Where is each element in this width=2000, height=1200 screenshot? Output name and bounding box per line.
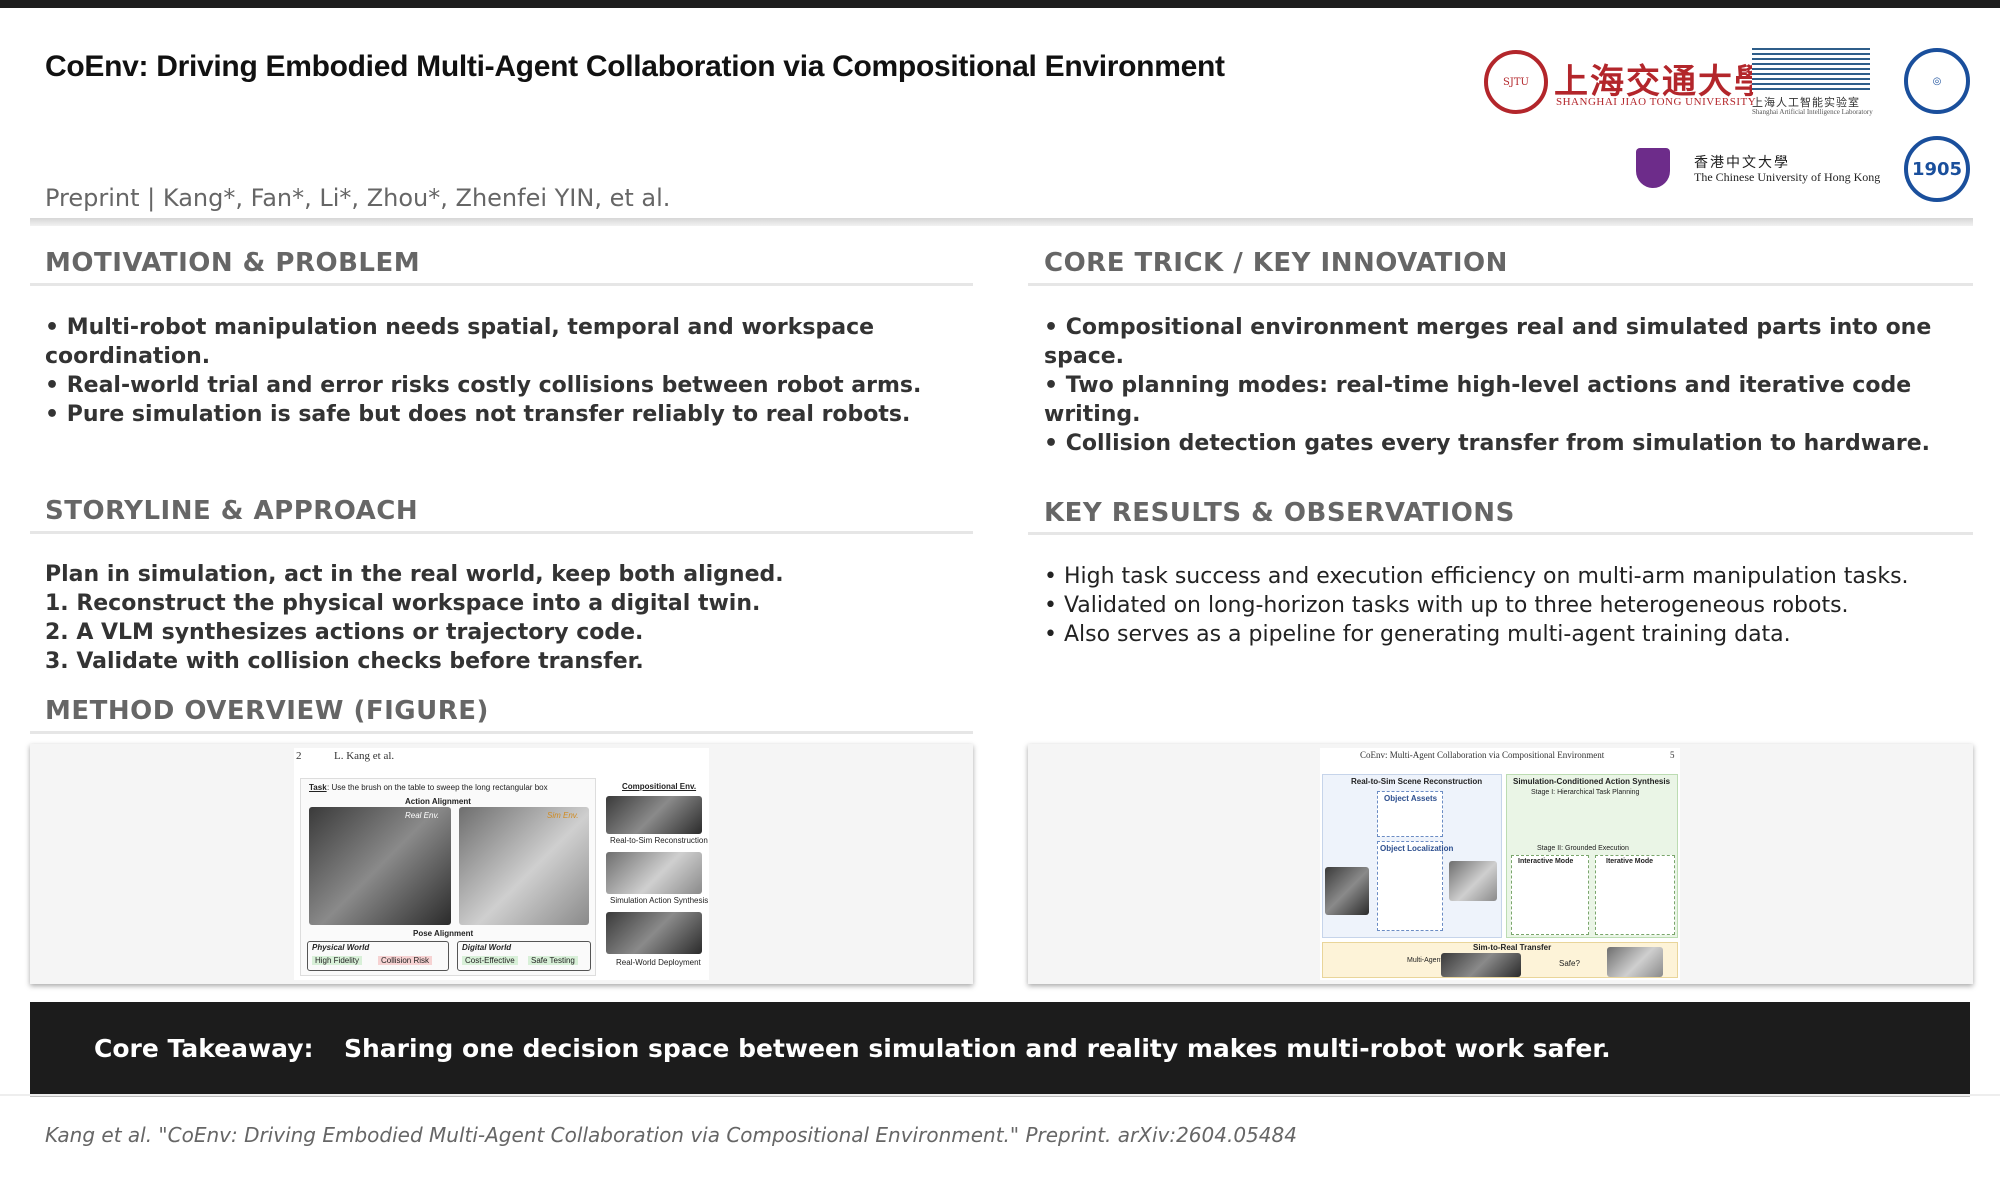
results-heading: KEY RESULTS & OBSERVATIONS — [1044, 498, 1515, 528]
ai-lab-logo-english: Shanghai Artificial Intelligence Laborat… — [1752, 108, 1873, 116]
sim-env-photo — [459, 807, 589, 925]
university-seal-logo: ◎ — [1904, 48, 1970, 114]
physical-world-box: Physical World High Fidelity Collision R… — [307, 941, 449, 971]
core-trick-heading: CORE TRICK / KEY INNOVATION — [1044, 248, 1508, 278]
physical-world-label: Physical World — [312, 943, 370, 952]
motivation-bullet: • Real-world trial and error risks costl… — [45, 373, 922, 398]
sim-conditioned-title: Simulation-Conditioned Action Synthesis — [1513, 777, 1671, 786]
core-trick-bullet: • Collision detection gates every transf… — [1044, 431, 1931, 456]
real-env-photo — [309, 807, 451, 925]
core-trick-rule — [1028, 283, 1973, 286]
motivation-bullet: • Multi-robot manipulation needs spatial… — [45, 315, 875, 369]
iterative-mode-box: Iterative Mode — [1595, 855, 1675, 935]
interactive-mode-label: Interactive Mode — [1518, 858, 1574, 865]
results-bullet: • High task success and execution effici… — [1044, 564, 1909, 589]
method-rule — [30, 731, 973, 734]
digital-world-label: Digital World — [462, 943, 512, 952]
cuhk-logo-english: The Chinese University of Hong Kong — [1694, 170, 1881, 184]
compositional-env-column: Compositional Env. Real-to-Sim Reconstru… — [602, 778, 709, 976]
footer-divider — [0, 1094, 2000, 1096]
storyline-line: 3. Validate with collision checks before… — [45, 649, 644, 674]
sim-env-label: Sim Env. — [547, 811, 579, 820]
top-bar — [0, 0, 2000, 8]
figure-right-running-head: CoEnv: Multi-Agent Collaboration via Com… — [1360, 750, 1605, 760]
takeaway-text: Sharing one decision space between simul… — [344, 1034, 1611, 1063]
sjtu-logo-english: SHANGHAI JIAO TONG UNIVERSITY — [1556, 96, 1757, 108]
multi-view-photo — [1325, 867, 1369, 915]
figure-page-left: 2 L. Kang et al. Task : Use the brush on… — [294, 748, 709, 980]
compositional-env-label: Compositional Env. — [622, 782, 697, 791]
real-deploy-label: Real-World Deployment — [616, 958, 701, 967]
object-localization-box: Object Localization — [1377, 841, 1453, 931]
real-execution-photo — [1441, 953, 1521, 977]
real-env-label: Real Env. — [405, 811, 440, 820]
sim-to-real-panel: Sim-to-Real Transfer Multi-Agent Deploym… — [1322, 942, 1678, 978]
results-bullet: • Validated on long-horizon tasks with u… — [1044, 593, 1849, 618]
real-to-sim-panel: Real-to-Sim Scene Reconstruction Object … — [1322, 774, 1502, 938]
real-to-sim-title: Real-to-Sim Scene Reconstruction — [1351, 777, 1483, 786]
figure-running-head: L. Kang et al. — [334, 750, 395, 762]
storyline-heading: STORYLINE & APPROACH — [45, 496, 419, 526]
results-rule — [1028, 532, 1973, 535]
figure-page-right: CoEnv: Multi-Agent Collaboration via Com… — [1320, 748, 1680, 980]
storyline-rule — [30, 531, 973, 534]
figure-panel-right: CoEnv: Multi-Agent Collaboration via Com… — [1028, 744, 1973, 984]
storyline-text: Plan in simulation, act in the real worl… — [45, 560, 784, 676]
cost-effective-tag: Cost-Effective — [462, 956, 518, 965]
storyline-line: Plan in simulation, act in the real worl… — [45, 562, 784, 587]
deployment-photo — [606, 912, 702, 954]
real-to-sim-label: Real-to-Sim Reconstruction — [610, 836, 708, 845]
results-bullet: • Also serves as a pipeline for generati… — [1044, 622, 1791, 647]
figure-panel-left: 2 L. Kang et al. Task : Use the brush on… — [30, 744, 973, 984]
safe-testing-tag: Safe Testing — [528, 956, 578, 965]
sim-synthesis-photo — [606, 852, 702, 894]
results-bullets: • High task success and execution effici… — [1044, 562, 1964, 649]
takeaway-banner: Core Takeaway: Sharing one decision spac… — [30, 1002, 1970, 1094]
fudan-seal-logo: 1905 — [1904, 136, 1970, 202]
high-fidelity-tag: High Fidelity — [312, 956, 363, 965]
task-label: Task — [309, 783, 327, 792]
object-localization-label: Object Localization — [1380, 844, 1454, 853]
motivation-rule — [30, 283, 973, 286]
reconstruction-photo — [606, 796, 702, 834]
page-title: CoEnv: Driving Embodied Multi-Agent Coll… — [45, 50, 1225, 83]
sim-to-real-title: Sim-to-Real Transfer — [1473, 943, 1552, 952]
collision-risk-tag: Collision Risk — [378, 956, 433, 965]
sim-conditioned-panel: Simulation-Conditioned Action Synthesis … — [1506, 774, 1678, 938]
shanghai-ai-lab-logo — [1752, 48, 1870, 92]
pose-alignment-label: Pose Alignment — [413, 929, 474, 938]
stage1-label: Stage I: Hierarchical Task Planning — [1531, 789, 1640, 796]
author-line: Preprint | Kang*, Fan*, Li*, Zhou*, Zhen… — [45, 184, 671, 212]
safe-decision-label: Safe? — [1559, 959, 1580, 968]
cuhk-logo-chinese: 香港中文大學 — [1694, 155, 1790, 171]
core-trick-bullets: • Compositional environment merges real … — [1044, 313, 1964, 458]
task-text: : Use the brush on the table to sweep th… — [327, 783, 548, 792]
takeaway-label: Core Takeaway: — [94, 1034, 314, 1063]
stage2-label: Stage II: Grounded Execution — [1537, 845, 1629, 852]
action-alignment-label: Action Alignment — [405, 797, 471, 806]
interactive-mode-box: Interactive Mode — [1511, 855, 1589, 935]
core-trick-bullet: • Compositional environment merges real … — [1044, 315, 1932, 369]
object-assets-label: Object Assets — [1384, 794, 1438, 803]
storyline-line: 2. A VLM synthesizes actions or trajecto… — [45, 620, 644, 645]
motivation-heading: MOTIVATION & PROBLEM — [45, 248, 421, 278]
storyline-line: 1. Reconstruct the physical workspace in… — [45, 591, 761, 616]
sim-action-label: Simulation Action Synthesis — [610, 896, 709, 905]
figure-right-page-number: 5 — [1670, 750, 1675, 760]
method-heading: METHOD OVERVIEW (FIGURE) — [45, 696, 489, 726]
sapien-sim-photo — [1449, 861, 1497, 901]
sjtu-seal-logo: SJTU — [1484, 50, 1548, 114]
figure-page-number: 2 — [296, 750, 302, 762]
cuhk-crest-logo — [1636, 148, 1670, 188]
motivation-bullet: • Pure simulation is safe but does not t… — [45, 402, 911, 427]
core-trick-bullet: • Two planning modes: real-time high-lev… — [1044, 373, 1912, 427]
header-divider — [30, 218, 1973, 226]
object-assets-box: Object Assets — [1377, 791, 1443, 837]
deployment-result-photo — [1607, 947, 1663, 977]
iterative-mode-label: Iterative Mode — [1606, 858, 1654, 865]
digital-world-box: Digital World Cost-Effective Safe Testin… — [457, 941, 591, 971]
citation: Kang et al. "CoEnv: Driving Embodied Mul… — [45, 1123, 1297, 1147]
figure-left-main: Task : Use the brush on the table to swe… — [300, 778, 596, 976]
motivation-bullets: • Multi-robot manipulation needs spatial… — [45, 313, 965, 429]
